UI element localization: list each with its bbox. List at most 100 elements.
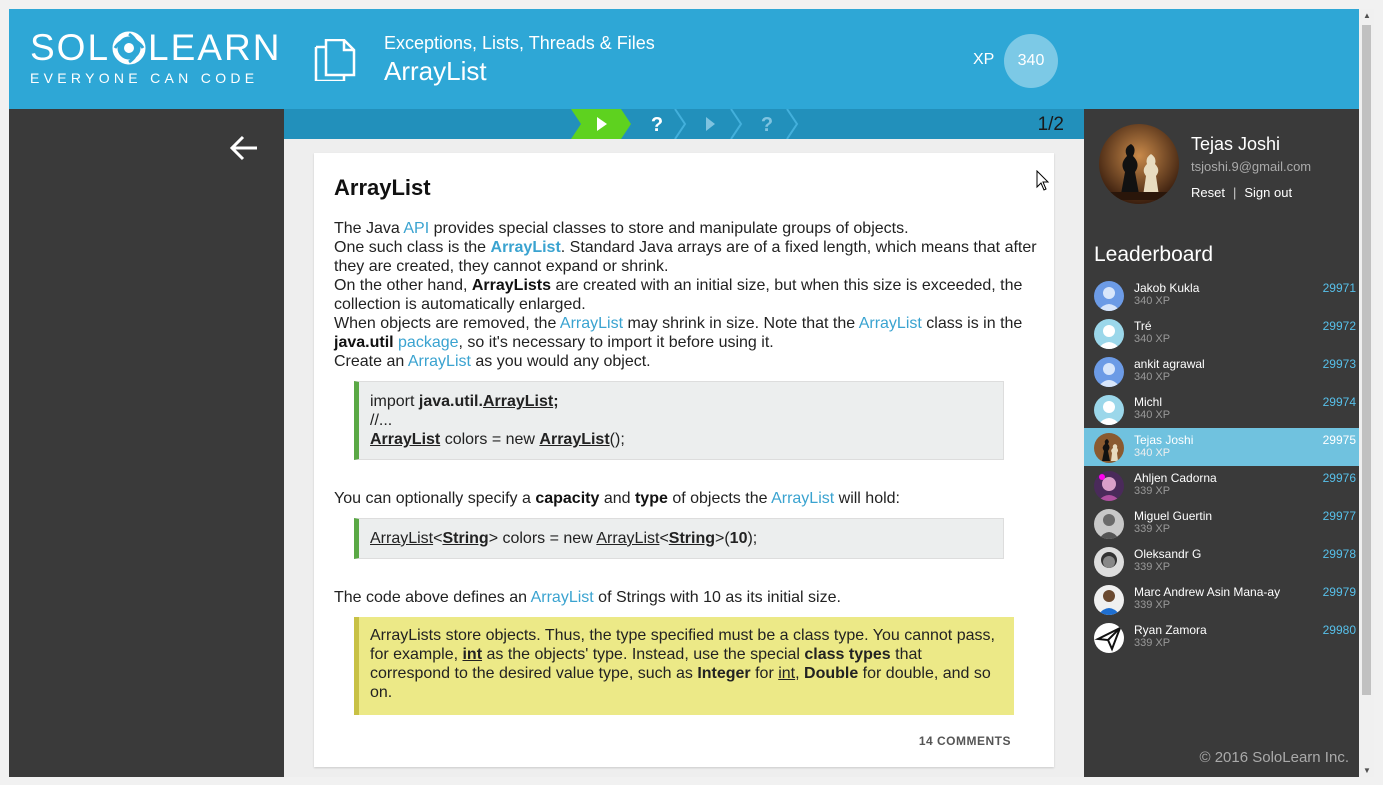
leaderboard-avatar[interactable] — [1094, 471, 1124, 501]
leaderboard-avatar[interactable] — [1094, 395, 1124, 425]
comments-link[interactable]: 14 COMMENTS — [919, 734, 1011, 748]
vertical-scrollbar[interactable]: ▲ ▼ — [1359, 9, 1374, 777]
app-window: SOL LEARN EVERYONE CAN CODE Exceptions, … — [9, 9, 1359, 777]
scroll-up-icon[interactable]: ▲ — [1363, 11, 1371, 20]
strings-paragraph: The code above defines an ArrayList of S… — [334, 589, 841, 606]
leaderboard-avatar[interactable] — [1094, 623, 1124, 653]
leaderboard-xp: 340 XP — [1134, 409, 1171, 421]
scroll-down-icon[interactable]: ▼ — [1363, 766, 1371, 775]
logo-text-left: SOL — [30, 27, 111, 68]
sololearn-logo[interactable]: SOL LEARN EVERYONE CAN CODE — [30, 29, 281, 86]
logo-tagline: EVERYONE CAN CODE — [30, 70, 259, 86]
user-email: tsjoshi.9@gmail.com — [1191, 159, 1312, 174]
leaderboard-rank: 29974 — [1322, 395, 1356, 409]
leaderboard-row[interactable]: ankit agrawal 340 XP 29973 — [1084, 352, 1359, 390]
leaderboard-row[interactable]: Oleksandr G 339 XP 29978 — [1084, 542, 1359, 580]
xp-label: XP — [973, 51, 995, 68]
step-1-play[interactable] — [571, 109, 631, 139]
leaderboard-xp: 340 XP — [1134, 371, 1171, 383]
lesson-document-icon — [314, 39, 356, 81]
leaderboard-rank: 29973 — [1322, 357, 1356, 371]
leaderboard-row[interactable]: Tejas Joshi 340 XP 29975 — [1084, 428, 1359, 466]
leaderboard-rank: 29971 — [1322, 281, 1356, 295]
question-icon: ? — [651, 114, 663, 136]
arraylist-link[interactable]: ArrayList — [531, 589, 594, 606]
back-arrow-icon[interactable] — [230, 135, 258, 161]
leaderboard-rank: 29976 — [1322, 471, 1356, 485]
arraylist-link[interactable]: ArrayList — [859, 315, 922, 332]
leaderboard-name[interactable]: Miguel Guertin — [1134, 509, 1212, 523]
intro-paragraph: The Java API provides special classes to… — [334, 220, 1037, 370]
step-2-question[interactable]: ? — [627, 109, 687, 139]
note-box: ArrayLists store objects. Thus, the type… — [354, 617, 1014, 715]
copyright: © 2016 SoloLearn Inc. — [1199, 749, 1350, 766]
package-link[interactable]: package — [398, 334, 459, 351]
sign-out-link[interactable]: Sign out — [1244, 185, 1292, 200]
leaderboard-row[interactable]: Jakob Kukla 340 XP 29971 — [1084, 276, 1359, 314]
leaderboard-avatar[interactable] — [1094, 585, 1124, 615]
lesson-content: ArrayList The Java API provides special … — [284, 139, 1084, 777]
leaderboard-row[interactable]: Ryan Zamora 339 XP 29980 — [1084, 618, 1359, 656]
leaderboard-name[interactable]: Ryan Zamora — [1134, 623, 1207, 637]
step-4-question[interactable]: ? — [739, 109, 799, 139]
leaderboard-name[interactable]: Tré — [1134, 319, 1152, 333]
arraylist-link[interactable]: ArrayList — [771, 490, 834, 507]
lesson-title: ArrayList — [384, 56, 487, 86]
leaderboard-xp: 340 XP — [1134, 447, 1171, 459]
leaderboard-name[interactable]: ankit agrawal — [1134, 357, 1205, 371]
leaderboard-row[interactable]: Ahljen Cadorna 339 XP 29976 — [1084, 466, 1359, 504]
leaderboard-name[interactable]: Marc Andrew Asin Mana-ay — [1134, 585, 1280, 599]
arraylist-link[interactable]: ArrayList — [408, 353, 471, 370]
leaderboard-row[interactable]: Michl 340 XP 29974 — [1084, 390, 1359, 428]
leaderboard-row[interactable]: Marc Andrew Asin Mana-ay 339 XP 29979 — [1084, 580, 1359, 618]
leaderboard-list: Jakob Kukla 340 XP 29971 Tré 340 XP 29972 anki… — [1084, 276, 1359, 656]
leaderboard-rank: 29980 — [1322, 623, 1356, 637]
mouse-cursor-icon — [1036, 170, 1050, 191]
code-block-import: import java.util.ArrayList; //... ArrayL… — [354, 381, 1004, 460]
leaderboard-row[interactable]: Miguel Guertin 339 XP 29977 — [1084, 504, 1359, 542]
leaderboard-avatar[interactable] — [1094, 357, 1124, 387]
leaderboard-xp: 339 XP — [1134, 637, 1171, 649]
leaderboard-rank: 29977 — [1322, 509, 1356, 523]
leaderboard-name[interactable]: Oleksandr G — [1134, 547, 1201, 561]
top-header: SOL LEARN EVERYONE CAN CODE Exceptions, … — [9, 9, 1359, 109]
leaderboard-xp: 339 XP — [1134, 485, 1171, 497]
leaderboard-avatar[interactable] — [1094, 319, 1124, 349]
leaderboard-avatar[interactable] — [1094, 547, 1124, 577]
left-panel — [9, 109, 284, 777]
course-title: Exceptions, Lists, Threads & Files — [384, 33, 655, 53]
leaderboard-rank: 29972 — [1322, 319, 1356, 333]
lesson-card-title: ArrayList — [334, 175, 431, 200]
code-block-generic: ArrayList<String> colors = new ArrayList… — [354, 518, 1004, 559]
leaderboard-avatar[interactable] — [1094, 433, 1124, 463]
chess-avatar-icon — [1099, 124, 1179, 204]
leaderboard-xp: 340 XP — [1134, 333, 1171, 345]
leaderboard-rank: 29979 — [1322, 585, 1356, 599]
right-panel: Tejas Joshi tsjoshi.9@gmail.com Reset | Si… — [1084, 109, 1359, 777]
user-avatar[interactable] — [1099, 124, 1179, 204]
logo-swirl-icon — [112, 31, 146, 64]
api-link[interactable]: API — [403, 220, 429, 237]
action-separator: | — [1232, 185, 1237, 200]
leaderboard-xp: 339 XP — [1134, 599, 1171, 611]
leaderboard-xp: 339 XP — [1134, 523, 1171, 535]
arraylist-link[interactable]: ArrayList — [560, 315, 623, 332]
user-actions: Reset | Sign out — [1191, 185, 1292, 200]
leaderboard-avatar[interactable] — [1094, 509, 1124, 539]
step-3-play[interactable] — [683, 109, 743, 139]
scrollbar-thumb[interactable] — [1362, 25, 1371, 695]
reset-link[interactable]: Reset — [1191, 185, 1225, 200]
arraylist-link[interactable]: ArrayList — [491, 239, 561, 256]
logo-text-right: LEARN — [148, 27, 282, 68]
lesson-card: ArrayList The Java API provides special … — [314, 153, 1054, 767]
leaderboard-name[interactable]: Michl — [1134, 395, 1162, 409]
play-icon — [706, 117, 715, 131]
leaderboard-avatar[interactable] — [1094, 281, 1124, 311]
xp-badge: 340 — [1004, 34, 1058, 88]
leaderboard-name[interactable]: Jakob Kukla — [1134, 281, 1199, 295]
leaderboard-name[interactable]: Tejas Joshi — [1134, 433, 1193, 447]
leaderboard-row[interactable]: Tré 340 XP 29972 — [1084, 314, 1359, 352]
capacity-paragraph: You can optionally specify a capacity an… — [334, 490, 900, 507]
leaderboard-name[interactable]: Ahljen Cadorna — [1134, 471, 1217, 485]
leaderboard-rank: 29978 — [1322, 547, 1356, 561]
